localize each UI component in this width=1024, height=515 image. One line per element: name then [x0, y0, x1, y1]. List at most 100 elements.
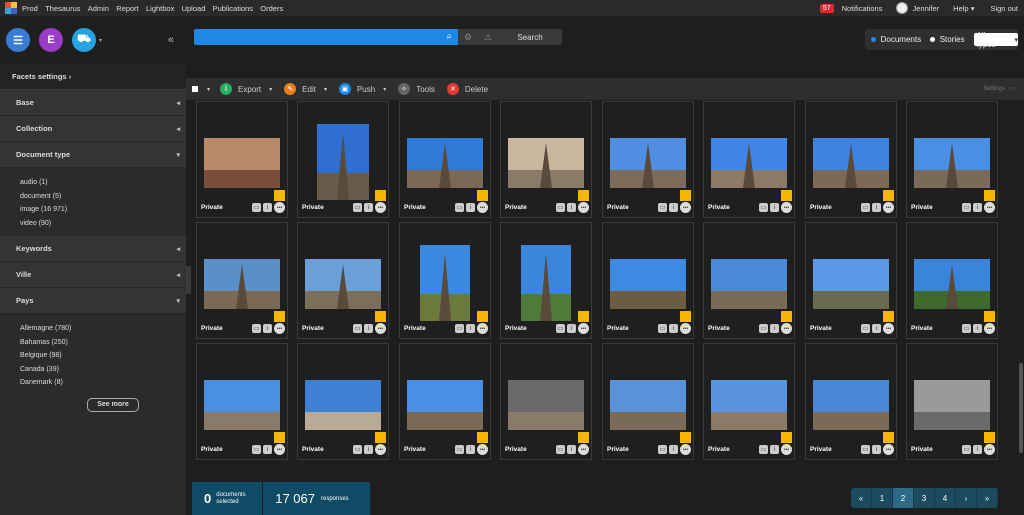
facet-keywords[interactable]: Keywords ◂	[0, 236, 186, 262]
thumbnail-image[interactable]	[914, 138, 990, 188]
thumbnail-image[interactable]	[420, 245, 470, 321]
thumbnail-card[interactable]: Private ▭ i •••	[906, 101, 998, 218]
preview-icon[interactable]: ▭	[353, 324, 362, 333]
story-icon[interactable]	[883, 432, 894, 443]
thumbnail-card[interactable]: Private ▭ i •••	[602, 343, 694, 460]
preview-icon[interactable]: ▭	[861, 203, 870, 212]
notifications-badge[interactable]: 57	[819, 3, 834, 13]
thumbnail-card[interactable]: Private ▭ i •••	[805, 222, 897, 339]
thumbnail-image[interactable]	[610, 380, 686, 430]
thumbnail-image[interactable]	[521, 245, 571, 321]
facets-tab-icon[interactable]: ☰	[6, 28, 30, 52]
page-3-button[interactable]: 3	[914, 488, 935, 508]
push-button[interactable]: ▣ Push ▾	[338, 83, 386, 95]
preview-icon[interactable]: ▭	[556, 203, 565, 212]
scrollbar[interactable]	[1019, 363, 1023, 453]
settings-link[interactable]: Settings ▭	[983, 85, 1014, 92]
basket-tab-icon[interactable]: E	[39, 28, 63, 52]
thumbnail-image[interactable]	[508, 138, 584, 188]
thumbnail-image[interactable]	[407, 380, 483, 430]
more-options-icon[interactable]: •••	[781, 202, 792, 213]
preview-icon[interactable]: ▭	[556, 445, 565, 454]
facets-settings[interactable]: Facets settings ›	[0, 64, 186, 90]
story-icon[interactable]	[781, 432, 792, 443]
thumbnail-card[interactable]: Private ▭ i •••	[399, 343, 491, 460]
warning-icon[interactable]: ⚠	[484, 32, 492, 43]
info-icon[interactable]: i	[263, 324, 272, 333]
search-button[interactable]: Search	[498, 29, 562, 45]
more-options-icon[interactable]: •••	[578, 323, 589, 334]
facet-item[interactable]: Bahamas (250)	[20, 336, 186, 350]
info-icon[interactable]: i	[973, 203, 982, 212]
chevron-down-icon[interactable]: ▾	[99, 37, 102, 44]
info-icon[interactable]: i	[973, 445, 982, 454]
thumbnail-card[interactable]: Private ▭ i •••	[500, 222, 592, 339]
story-icon[interactable]	[984, 311, 995, 322]
menu-thesaurus[interactable]: Thesaurus	[45, 4, 80, 13]
preview-icon[interactable]: ▭	[353, 445, 362, 454]
notifications-link[interactable]: Notifications	[842, 4, 883, 13]
thumbnail-image[interactable]	[610, 259, 686, 309]
story-icon[interactable]	[274, 190, 285, 201]
more-options-icon[interactable]: •••	[984, 202, 995, 213]
info-icon[interactable]: i	[364, 324, 373, 333]
info-icon[interactable]: i	[872, 324, 881, 333]
sidebar-resize-handle[interactable]	[186, 266, 191, 294]
thumbnail-image[interactable]	[204, 259, 280, 309]
preview-icon[interactable]: ▭	[353, 203, 362, 212]
info-icon[interactable]: i	[567, 324, 576, 333]
more-options-icon[interactable]: •••	[274, 202, 285, 213]
preview-icon[interactable]: ▭	[455, 445, 464, 454]
facet-item[interactable]: document (5)	[20, 190, 186, 204]
last-page-button[interactable]: »	[977, 488, 998, 508]
story-icon[interactable]	[375, 190, 386, 201]
info-icon[interactable]: i	[466, 324, 475, 333]
preview-icon[interactable]: ▭	[252, 203, 261, 212]
story-icon[interactable]	[578, 432, 589, 443]
info-icon[interactable]: i	[567, 445, 576, 454]
thumbnail-card[interactable]: Private ▭ i •••	[906, 222, 998, 339]
more-options-icon[interactable]: •••	[375, 323, 386, 334]
facet-item[interactable]: Allemagne (780)	[20, 322, 186, 336]
more-options-icon[interactable]: •••	[984, 323, 995, 334]
preview-icon[interactable]: ▭	[252, 445, 261, 454]
story-icon[interactable]	[274, 311, 285, 322]
thumbnail-image[interactable]	[305, 380, 381, 430]
avatar[interactable]	[896, 2, 909, 14]
thumbnail-card[interactable]: Private ▭ i •••	[703, 222, 795, 339]
user-name[interactable]: Jennifer	[912, 4, 939, 13]
more-options-icon[interactable]: •••	[375, 202, 386, 213]
thumbnail-image[interactable]	[711, 138, 787, 188]
see-more-button[interactable]: See more	[87, 397, 139, 412]
story-icon[interactable]	[477, 311, 488, 322]
story-icon[interactable]	[781, 190, 792, 201]
next-page-button[interactable]: ›	[956, 488, 977, 508]
thumbnail-image[interactable]	[813, 138, 889, 188]
thumbnail-card[interactable]: Private ▭ i •••	[196, 222, 288, 339]
facet-pays[interactable]: Pays ▾	[0, 288, 186, 314]
more-options-icon[interactable]: •••	[680, 444, 691, 455]
stories-radio[interactable]	[930, 37, 935, 42]
story-icon[interactable]	[883, 190, 894, 201]
story-icon[interactable]	[984, 190, 995, 201]
info-icon[interactable]: i	[973, 324, 982, 333]
thumbnail-image[interactable]	[914, 380, 990, 430]
search-input[interactable]: ⌕	[194, 29, 458, 45]
preview-icon[interactable]: ▭	[455, 324, 464, 333]
thumbnail-card[interactable]: Private ▭ i •••	[297, 222, 389, 339]
preview-icon[interactable]: ▭	[759, 445, 768, 454]
facet-item[interactable]: video (90)	[20, 217, 186, 231]
more-options-icon[interactable]: •••	[274, 323, 285, 334]
info-icon[interactable]: i	[872, 445, 881, 454]
thumbnail-image[interactable]	[813, 380, 889, 430]
thumbnail-image[interactable]	[317, 124, 369, 200]
facet-item[interactable]: Belgique (98)	[20, 349, 186, 363]
more-options-icon[interactable]: •••	[477, 202, 488, 213]
first-page-button[interactable]: «	[851, 488, 872, 508]
cart-tab-icon[interactable]: ⛟	[72, 28, 96, 52]
thumbnail-card[interactable]: Private ▭ i •••	[703, 101, 795, 218]
menu-lightbox[interactable]: Lightbox	[146, 4, 174, 13]
thumbnail-image[interactable]	[610, 138, 686, 188]
info-icon[interactable]: i	[263, 445, 272, 454]
thumbnail-image[interactable]	[204, 138, 280, 188]
